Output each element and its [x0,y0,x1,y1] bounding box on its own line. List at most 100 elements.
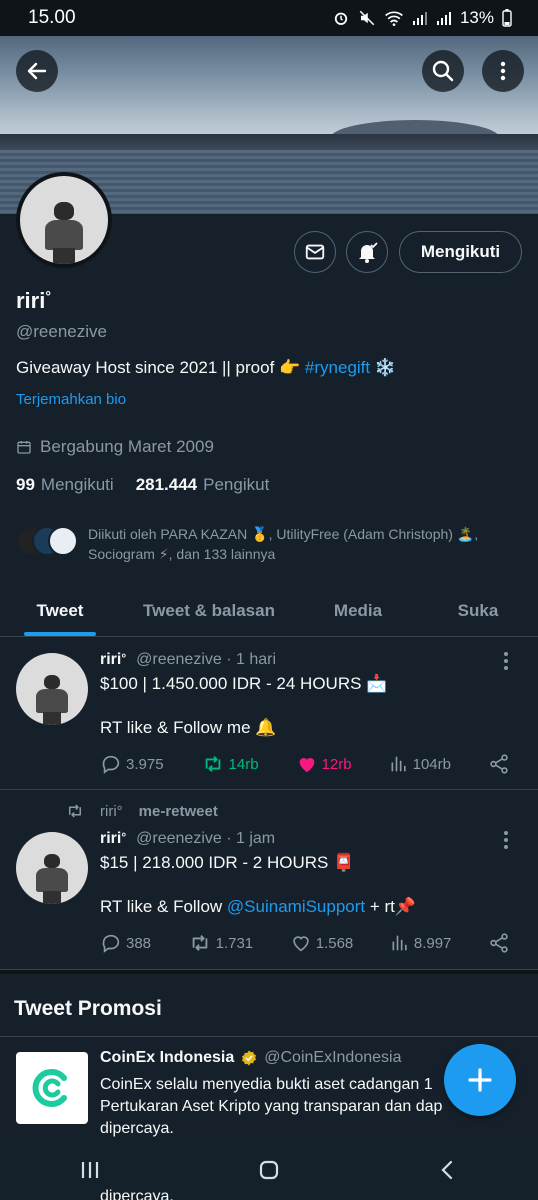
tweet-author-name: riri [100,651,122,668]
retweet-icon [192,935,207,951]
reply-count: 3.975 [126,755,164,773]
tweet-item[interactable]: riri° @reenezive · 1 hari $100 | 1.450.00… [0,637,538,790]
promo-avatar[interactable] [16,1052,88,1124]
retweet-count: 1.731 [215,934,254,952]
tab-tweet[interactable]: Tweet [0,585,120,636]
followed-by-section[interactable]: Diikuti oleh PARA KAZAN 🥇, UtilityFree (… [16,524,508,564]
tweet-time: · 1 jam [226,830,276,847]
profile-handle: @reenezive [16,322,107,341]
tweet-item[interactable]: riri° @reenezive · 1 jam $15 | 218.000 ID… [0,790,538,970]
more-options-button[interactable] [482,50,524,92]
tweet-mention-link[interactable]: @SuinamiSupport [227,897,365,916]
views-icon [391,756,406,772]
following-button[interactable]: Mengikuti [399,231,522,273]
tweet-avatar[interactable] [16,653,88,725]
followers-count-link[interactable]: 281.444 Pengikut [136,475,270,495]
home-icon[interactable] [257,1158,281,1182]
banner-shore [0,134,538,150]
battery-icon [502,9,512,27]
android-nav-bar [0,1140,538,1200]
back-icon[interactable] [436,1158,460,1182]
like-button[interactable]: 1.568 [290,932,354,954]
mail-icon [305,244,325,260]
tweet-text-suffix: + rt📌 [365,897,417,916]
like-count: 1.568 [315,934,354,952]
profile-bio: Giveaway Host since 2021 || proof 👉 #ryn… [16,358,396,378]
promo-author[interactable]: CoinEx Indonesia [100,1049,234,1067]
status-time: 15.00 [28,7,76,28]
share-icon [490,754,508,774]
search-button[interactable] [422,50,464,92]
follower-avatar-3 [48,526,78,556]
tweet-author-name: riri [100,830,122,847]
tweet-text-line1: $100 | 1.450.000 IDR - 24 HOURS 📩 [100,674,388,693]
profile-name: riri° [16,288,51,314]
search-icon [432,60,454,82]
bell-check-icon [359,242,378,263]
signal-icon [412,12,427,25]
following-count-link[interactable]: 99 Mengikuti [16,475,114,495]
profile-avatar[interactable] [16,172,112,268]
followers-count: 281.444 [135,475,198,494]
like-count: 12rb [321,755,352,773]
views-button[interactable]: 8.997 [390,933,452,953]
followed-by-avatars [16,524,80,558]
tweet-header: riri° @reenezive · 1 hari [100,651,276,669]
divider [0,1036,538,1037]
tweet-header: riri° @reenezive · 1 jam [100,830,275,848]
heart-icon [293,936,309,952]
tweet-handle: @reenezive [136,651,222,668]
tab-tweet-balasan[interactable]: Tweet & balasan [120,585,298,636]
tweet-avatar[interactable] [16,832,88,904]
notifications-button[interactable] [346,231,388,273]
views-button[interactable]: 104rb [389,754,451,774]
tab-media[interactable]: Media [298,585,418,636]
share-button[interactable] [488,932,510,954]
tweet-handle: @reenezive [136,830,222,847]
avatar-photo [20,176,108,264]
reply-count: 388 [126,934,152,952]
tweet-text-line2: RT like & Follow @SuinamiSupport + rt📌 [100,896,416,918]
profile-name-text: riri [16,288,46,313]
status-bar: 15.00 13% [0,0,538,36]
heart-filled-icon [299,758,314,773]
compose-tweet-button[interactable] [444,1044,516,1116]
back-button[interactable] [16,50,58,92]
reply-icon [102,934,120,953]
share-button[interactable] [488,753,510,775]
translate-bio-link[interactable]: Terjemahkan bio [16,391,126,408]
tweet-actions: 388 1.731 1.568 8.997 [100,932,510,954]
tweet-text-prefix: RT like & Follow [100,897,227,916]
promo-handle: @CoinExIndonesia [264,1049,402,1066]
signal-icon-2 [436,12,451,25]
retweet-button[interactable]: 1.731 [188,932,254,954]
retweet-button[interactable]: 14rb [201,753,259,775]
retweet-icon [205,756,220,772]
plus-icon [468,1068,492,1092]
views-count: 8.997 [413,934,452,952]
bio-emoji: ❄️ [370,358,397,377]
promo-text: CoinEx selalu menyedia bukti aset cadang… [100,1076,443,1137]
promo-text-peek: dipercaya. [100,1188,174,1200]
like-button[interactable]: 12rb [296,753,352,775]
reply-button[interactable]: 3.975 [100,753,164,775]
message-button[interactable] [294,231,336,273]
tweet-more-button[interactable] [496,830,516,850]
followed-by-text: Diikuti oleh PARA KAZAN 🥇, UtilityFree (… [88,526,479,562]
reply-icon [102,755,120,774]
tweet-author-mark: ° [121,830,127,844]
tab-suka[interactable]: Suka [418,585,538,636]
arrow-left-icon [27,62,47,80]
retweet-count: 14rb [228,755,259,773]
recents-icon[interactable] [78,1158,102,1182]
tweet-author[interactable]: riri° [100,830,126,847]
battery-text: 13% [459,8,494,27]
following-label: Mengikuti [40,475,114,494]
bio-hashtag-link[interactable]: #rynegift [305,358,370,377]
reply-button[interactable]: 388 [100,932,151,954]
tweet-more-button[interactable] [496,651,516,671]
tweet-time: · 1 hari [226,651,277,668]
tweet-author[interactable]: riri° [100,651,126,668]
follow-counts: 99 Mengikuti 281.444 Pengikut [16,475,269,495]
status-icons: 13% [332,8,512,28]
